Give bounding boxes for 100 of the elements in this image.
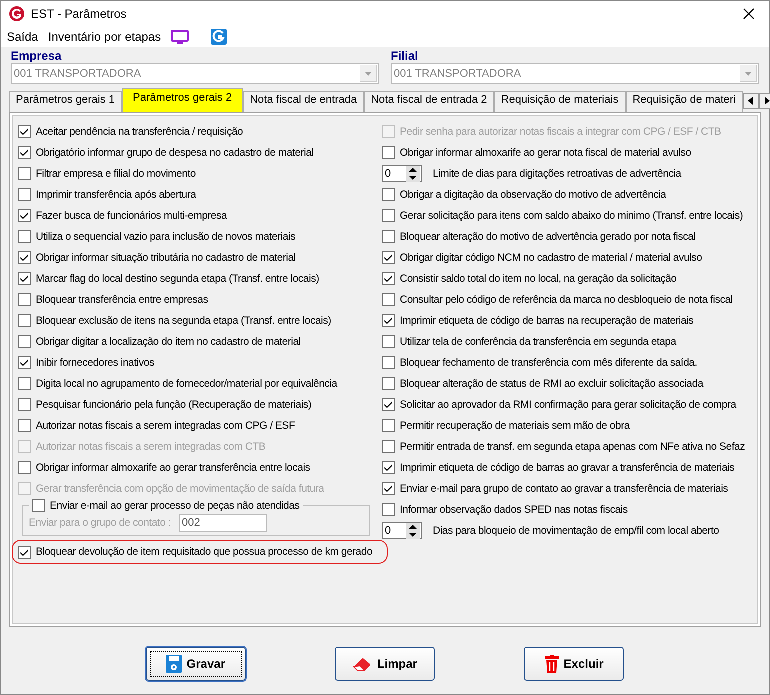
checkbox-label: Imprimir etiqueta de código de barras ao gravar a transferência de materiais [400,462,735,474]
checkbox[interactable] [18,251,31,264]
checkbox[interactable] [382,419,395,432]
app-logo-icon [9,6,25,22]
checkbox-label: Solicitar ao aprovador da RMI confirmação para gerar solicitação de compra [400,398,736,410]
checkbox-label: Autorizar notas fiscais a serem integradas com CPG / ESF [36,420,296,432]
trash-icon [544,655,559,673]
close-icon[interactable] [743,8,755,20]
checkbox[interactable] [382,440,395,453]
spin-field[interactable]: 0 [382,165,422,182]
contact-group-field[interactable]: 002 [179,514,268,532]
tab[interactable]: Parâmetros gerais 1 [9,91,122,112]
checkbox[interactable] [382,272,395,285]
checkbox-label: Permitir recuperação de materiais sem mão de obra [400,420,630,432]
checkbox-label: Utiliza o sequencial vazio para inclusão de novos materiais [36,230,296,242]
checkbox[interactable] [18,230,31,243]
checkbox-label: Obrigar informar situação tributária no cadastro de material [36,252,296,264]
checkbox-label: Informar observação dados SPED nas notas fiscais [400,504,628,516]
checkbox-label: Permitir entrada de transf. em segunda etapa apenas com NFe ativa no Sefaz [400,440,746,452]
checkbox-label: Bloquear transferência entre empresas [36,294,208,306]
checkbox-label: Imprimir etiqueta de código de barras na recuperação de materiais [400,314,694,326]
checkbox[interactable] [18,293,31,306]
checkbox[interactable] [382,209,395,222]
checkbox[interactable] [382,230,395,243]
checkbox-label: Obrigar informar almoxarife ao gerar transferência entre locais [36,462,310,474]
checkbox-label: Digita local no agrupamento de fornecedor/material por equivalência [36,378,338,390]
tab[interactable]: Requisição de materi [626,91,744,112]
checkbox[interactable] [18,125,31,138]
checkbox[interactable] [382,335,395,348]
field-label: Filial [391,49,420,63]
checkbox-label: Inibir fornecedores inativos [36,356,154,368]
checkbox[interactable] [18,167,31,180]
checkbox-label: Utilizar tela de conferência da transferência em segunda etapa [400,336,676,348]
tab[interactable]: Requisição de materiais [494,91,626,112]
checkbox[interactable] [18,314,31,327]
checkbox[interactable] [382,356,395,369]
spin-arrows-icon[interactable] [406,522,420,538]
scroll-left-button[interactable] [743,93,760,109]
tab[interactable]: Parâmetros gerais 2 [122,88,244,112]
checkbox-label: Bloquear alteração do motivo de advertência gerado por nota fiscal [400,230,696,242]
checkbox[interactable] [18,356,31,369]
checkbox[interactable] [382,188,395,201]
checkbox[interactable] [382,146,395,159]
delete-button[interactable]: Excluir [524,647,624,681]
checkbox-label: Fazer busca de funcionários multi-empresa [36,210,228,222]
checkbox-label: Obrigar digitar a localização do item no cadastro de material [36,336,301,348]
checkbox-label: Obrigar a digitação da observação do motivo de advertência [400,188,666,200]
checkbox[interactable] [382,461,395,474]
checkbox-label: Bloquear fechamento de transferência com mês diferente da saída. [400,356,698,368]
checkbox[interactable] [382,314,395,327]
checkbox[interactable] [18,461,31,474]
checkbox-label: Filtrar empresa e filial do movimento [36,168,196,180]
checkbox-label: Gerar solicitação para itens com saldo abaixo do minimo (Transf. entre locais) [400,210,744,222]
logo-icon[interactable] [211,29,228,45]
eraser-icon [352,656,372,672]
checkbox[interactable] [382,377,395,390]
checkbox[interactable] [382,503,395,516]
group-title: Enviar e-mail ao gerar processo de peças não atendidas [50,500,300,512]
checkbox-label: Gerar transferência com opção de movimentação de saída futura [36,482,324,494]
spin-label: Limite de dias para digitações retroativas de advertência [433,168,682,180]
checkbox-label: Marcar flag do local destino segunda etapa (Transf. entre locais) [36,272,320,284]
checkbox-label: Bloquear devolução de item requisitado que possua processo de km gerado [36,546,373,558]
checkbox[interactable] [18,188,31,201]
clear-button[interactable]: Limpar [334,647,435,681]
checkbox[interactable] [18,146,31,159]
checkbox-label: Obrigatório informar grupo de despesa no cadastro de material [36,146,314,158]
spin-arrows-icon[interactable] [406,166,420,182]
window-title: EST - Parâmetros [31,7,128,21]
checkbox-label: Autorizar notas fiscais a serem integradas com CTB [36,440,266,452]
checkbox[interactable] [382,251,395,264]
checkbox[interactable] [32,499,45,512]
field-label: Enviar para o grupo de contato : [29,517,172,529]
checkbox-label: Obrigar informar almoxarife ao gerar nota fiscal de material avulso [400,146,692,158]
tab[interactable]: Nota fiscal de entrada 2 [364,91,494,112]
checkbox[interactable] [382,482,395,495]
checkbox[interactable] [18,377,31,390]
checkbox-label: Aceitar pendência na transferência / requisição [36,126,244,138]
checkbox-label: Bloquear exclusão de itens na segunda etapa (Transf. entre locais) [36,314,332,326]
menu-item[interactable]: Inventário por etapas [48,30,162,44]
company-dropdown[interactable]: 001 TRANSPORTADORA [391,63,759,84]
checkbox[interactable] [18,272,31,285]
checkbox[interactable] [18,546,31,558]
monitor-icon[interactable] [171,29,190,45]
save-button[interactable]: Gravar [146,647,246,681]
checkbox-label: Pedir senha para autorizar notas fiscais a integrar com CPG / ESF / CTB [400,126,722,138]
checkbox[interactable] [382,293,395,306]
company-dropdown[interactable]: 001 TRANSPORTADORA [11,63,379,84]
checkbox[interactable] [18,335,31,348]
checkbox[interactable] [18,209,31,222]
checkbox-label: Imprimir transferência após abertura [36,188,196,200]
field-label: Empresa [11,49,63,63]
checkbox-label: Consistir saldo total do item no local, na geração da solicitação [400,272,677,284]
checkbox-label: Enviar e-mail para grupo de contato ao gravar a transferência de materiais [400,482,728,494]
menu-item[interactable]: Saída [7,30,38,44]
spin-field[interactable]: 0 [382,522,422,539]
checkbox[interactable] [382,398,395,411]
checkbox[interactable] [18,419,31,432]
tab[interactable]: Nota fiscal de entrada [243,91,364,112]
checkbox[interactable] [18,398,31,411]
checkbox-label: Pesquisar funcionário pela função (Recuperação de materiais) [36,398,312,410]
